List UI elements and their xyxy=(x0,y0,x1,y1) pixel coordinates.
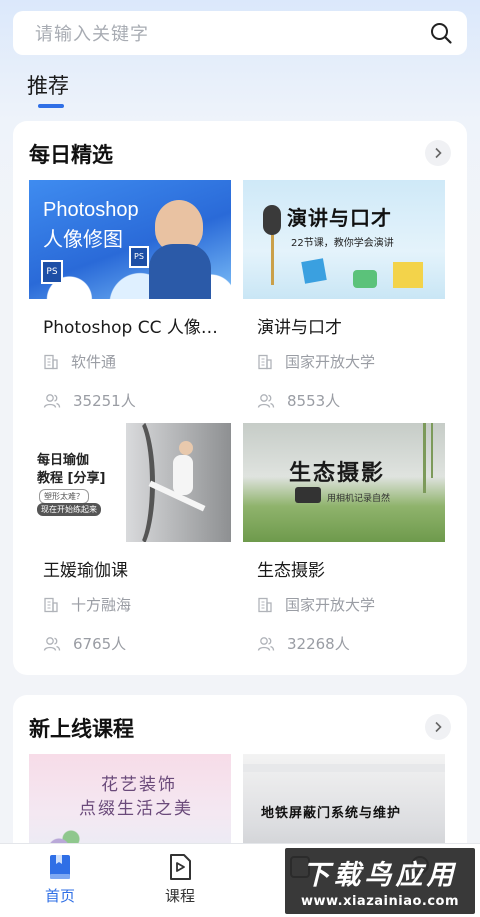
yoga-figure-head xyxy=(179,441,193,455)
decor-block xyxy=(353,270,377,288)
thumb-subtitle: 22节课，教你学会演讲 xyxy=(291,238,394,249)
people-icon xyxy=(257,636,275,651)
course-provider: 软件通 xyxy=(43,351,231,372)
building-icon xyxy=(258,597,272,612)
learner-count: 35251人 xyxy=(73,392,136,410)
home-book-icon xyxy=(50,855,70,879)
course-title: 生态摄影 xyxy=(257,561,325,581)
ps-logo-icon: PS xyxy=(129,246,149,268)
camera-icon xyxy=(295,487,321,503)
building-icon xyxy=(44,597,58,612)
course-thumbnail: 每日瑜伽 教程 [分享] 塑形太难？ 现在开始练起来 xyxy=(29,423,231,542)
people-icon xyxy=(257,393,275,408)
nav-label: 课程 xyxy=(164,887,195,905)
decor-ceiling xyxy=(243,764,445,772)
provider-name: 国家开放大学 xyxy=(285,596,376,614)
course-title: 王媛瑜伽课 xyxy=(43,561,128,581)
thumb-subtitle: 点缀生活之美 xyxy=(79,799,193,819)
thumb-title: 花艺装饰 xyxy=(101,775,177,795)
thumb-subtitle: 教程 [分享] xyxy=(37,471,106,486)
course-card[interactable]: 演讲与口才 22节课，教你学会演讲 演讲与口才 国家开放大学 8553人 xyxy=(243,180,445,411)
nav-label: 首页 xyxy=(44,887,75,905)
thumb-tag: 现在开始练起来 xyxy=(37,503,101,516)
course-learners: 32268人 xyxy=(257,633,445,654)
course-provider: 国家开放大学 xyxy=(257,594,445,615)
provider-name: 十方融海 xyxy=(71,596,132,614)
decor-block xyxy=(393,262,423,288)
watermark-title: 下载鸟应用 xyxy=(302,860,458,891)
building-icon xyxy=(44,354,58,369)
search-input[interactable]: 请输入关键字 xyxy=(35,20,429,46)
decor-block xyxy=(301,258,327,284)
course-thumbnail: 演讲与口才 22节课，教你学会演讲 xyxy=(243,180,445,299)
microphone-icon xyxy=(263,205,281,235)
yoga-figure-body xyxy=(173,455,193,495)
course-learners: 8553人 xyxy=(257,390,445,411)
tab-indicator xyxy=(38,104,64,108)
presenter-body xyxy=(149,244,211,299)
decor-willow xyxy=(423,423,426,493)
search-bar[interactable]: 请输入关键字 xyxy=(13,11,467,55)
thumb-title: 地铁屏蔽门系统与维护 xyxy=(261,806,402,821)
course-card[interactable]: 每日瑜伽 教程 [分享] 塑形太难？ 现在开始练起来 王媛瑜伽课 十方融海 67… xyxy=(29,423,231,654)
watermark-url: www.xiazainiao.com xyxy=(300,894,460,909)
video-file-icon xyxy=(170,854,191,880)
provider-name: 国家开放大学 xyxy=(285,353,376,371)
daily-picks-section: 每日精选 Photoshop 人像修图 PS PS Photoshop CC 人… xyxy=(13,121,467,675)
course-title: Photoshop CC 人像修图 xyxy=(43,318,228,338)
course-learners: 35251人 xyxy=(43,390,231,411)
course-provider: 国家开放大学 xyxy=(257,351,445,372)
provider-name: 软件通 xyxy=(71,353,117,371)
course-provider: 十方融海 xyxy=(43,594,231,615)
section-title: 新上线课程 xyxy=(29,717,134,741)
more-button[interactable] xyxy=(425,140,451,166)
tab-recommend[interactable]: 推荐 xyxy=(27,70,69,100)
thumb-title: 每日瑜伽 xyxy=(37,453,90,468)
chevron-right-icon xyxy=(435,721,442,733)
thumb-title: 生态摄影 xyxy=(289,461,386,486)
watermark-logo: 下载鸟应用 www.xiazainiao.com xyxy=(285,848,475,914)
decor-willow xyxy=(431,423,433,478)
mic-stand xyxy=(271,235,274,285)
thumb-title: 演讲与口才 xyxy=(287,206,392,230)
thumb-subtitle: 人像修图 xyxy=(43,227,123,251)
thumb-subtitle: 用相机记录自然 xyxy=(327,494,391,504)
more-button[interactable] xyxy=(425,714,451,740)
building-icon xyxy=(258,354,272,369)
course-learners: 6765人 xyxy=(43,633,231,654)
course-thumbnail: 生态摄影 用相机记录自然 xyxy=(243,423,445,542)
learner-count: 32268人 xyxy=(287,635,350,653)
search-icon[interactable] xyxy=(429,21,453,45)
people-icon xyxy=(43,393,61,408)
nav-home[interactable]: 首页 xyxy=(0,844,120,917)
chevron-right-icon xyxy=(435,147,442,159)
thumb-title: Photoshop xyxy=(43,199,139,221)
learner-count: 6765人 xyxy=(73,635,127,653)
ps-logo-icon: PS xyxy=(41,260,63,284)
course-card[interactable]: Photoshop 人像修图 PS PS Photoshop CC 人像修图 软… xyxy=(29,180,231,411)
course-title: 演讲与口才 xyxy=(257,318,342,338)
course-card[interactable]: 生态摄影 用相机记录自然 生态摄影 国家开放大学 32268人 xyxy=(243,423,445,654)
people-icon xyxy=(43,636,61,651)
learner-count: 8553人 xyxy=(287,392,341,410)
course-thumbnail: Photoshop 人像修图 PS PS xyxy=(29,180,231,299)
thumb-tag: 塑形太难？ xyxy=(39,489,89,504)
section-title: 每日精选 xyxy=(29,143,113,167)
nav-courses[interactable]: 课程 xyxy=(120,844,240,917)
